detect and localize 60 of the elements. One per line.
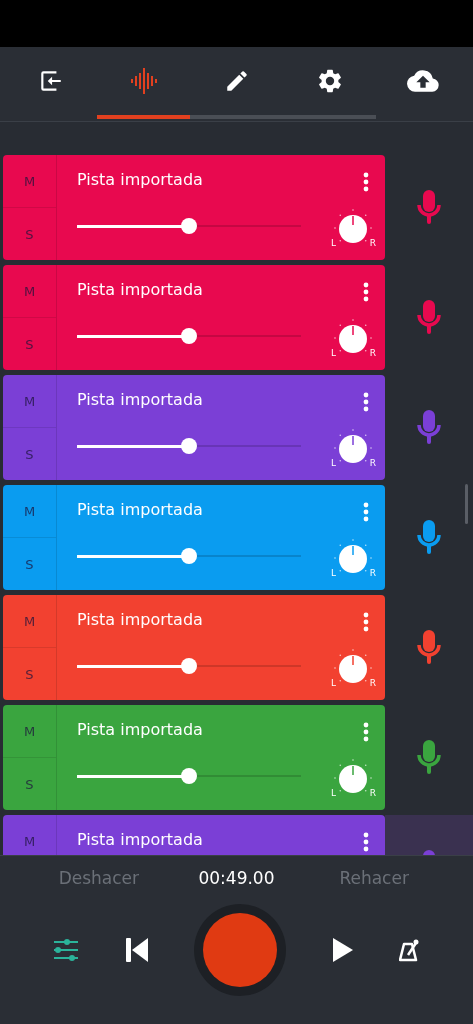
- mute-button[interactable]: M: [3, 485, 56, 537]
- pan-left-label: L: [331, 678, 336, 688]
- track-name: Pista importada: [77, 830, 203, 849]
- more-icon[interactable]: [363, 722, 369, 742]
- undo-button[interactable]: Deshacer: [58, 868, 140, 888]
- volume-slider[interactable]: [77, 327, 301, 345]
- pan-left-label: L: [331, 788, 336, 798]
- volume-slider[interactable]: [77, 437, 301, 455]
- mute-button[interactable]: M: [3, 375, 56, 427]
- more-icon[interactable]: [363, 502, 369, 522]
- mute-button[interactable]: M: [3, 595, 56, 647]
- solo-button[interactable]: S: [3, 647, 56, 700]
- pan-right-label: R: [369, 788, 376, 798]
- mute-button[interactable]: M: [3, 155, 56, 207]
- mixer-icon[interactable]: [53, 939, 79, 961]
- track-name: Pista importada: [77, 170, 203, 189]
- volume-slider[interactable]: [77, 767, 301, 785]
- more-icon[interactable]: [363, 282, 369, 302]
- solo-button[interactable]: S: [3, 427, 56, 480]
- track-name: Pista importada: [77, 500, 203, 519]
- waveform-icon: [129, 67, 158, 95]
- skip-back-icon[interactable]: [125, 938, 148, 962]
- microphone-icon[interactable]: [417, 629, 441, 666]
- scrollbar[interactable]: [465, 484, 468, 524]
- more-icon[interactable]: [363, 172, 369, 192]
- pan-left-label: L: [331, 568, 336, 578]
- mute-button[interactable]: M: [3, 705, 56, 757]
- pan-right-label: R: [369, 458, 376, 468]
- pan-left-label: L: [331, 348, 336, 358]
- solo-button[interactable]: S: [3, 317, 56, 370]
- pan-right-label: R: [369, 678, 376, 688]
- microphone-icon[interactable]: [417, 299, 441, 336]
- solo-button[interactable]: S: [3, 757, 56, 810]
- microphone-icon[interactable]: [417, 409, 441, 446]
- volume-slider[interactable]: [77, 217, 301, 235]
- pan-right-label: R: [369, 348, 376, 358]
- mute-button[interactable]: M: [3, 815, 56, 855]
- time-display: 00:49.00: [198, 868, 275, 888]
- volume-slider[interactable]: [77, 657, 301, 675]
- track-name: Pista importada: [77, 390, 203, 409]
- mute-button[interactable]: M: [3, 265, 56, 317]
- more-icon[interactable]: [363, 392, 369, 412]
- track-name: Pista importada: [77, 280, 203, 299]
- solo-button[interactable]: S: [3, 537, 56, 590]
- more-icon[interactable]: [363, 832, 369, 852]
- pan-right-label: R: [369, 238, 376, 248]
- track-name: Pista importada: [77, 610, 203, 629]
- track-name: Pista importada: [77, 720, 203, 739]
- volume-slider[interactable]: [77, 547, 301, 565]
- solo-button[interactable]: S: [3, 207, 56, 260]
- play-icon[interactable]: [332, 938, 353, 962]
- pan-left-label: L: [331, 458, 336, 468]
- microphone-icon[interactable]: [417, 189, 441, 226]
- redo-button[interactable]: Rehacer: [339, 868, 409, 888]
- microphone-icon[interactable]: [417, 519, 441, 556]
- metronome-icon[interactable]: [399, 938, 421, 962]
- pan-left-label: L: [331, 238, 336, 248]
- microphone-icon[interactable]: [417, 739, 441, 776]
- pan-right-label: R: [369, 568, 376, 578]
- more-icon[interactable]: [363, 612, 369, 632]
